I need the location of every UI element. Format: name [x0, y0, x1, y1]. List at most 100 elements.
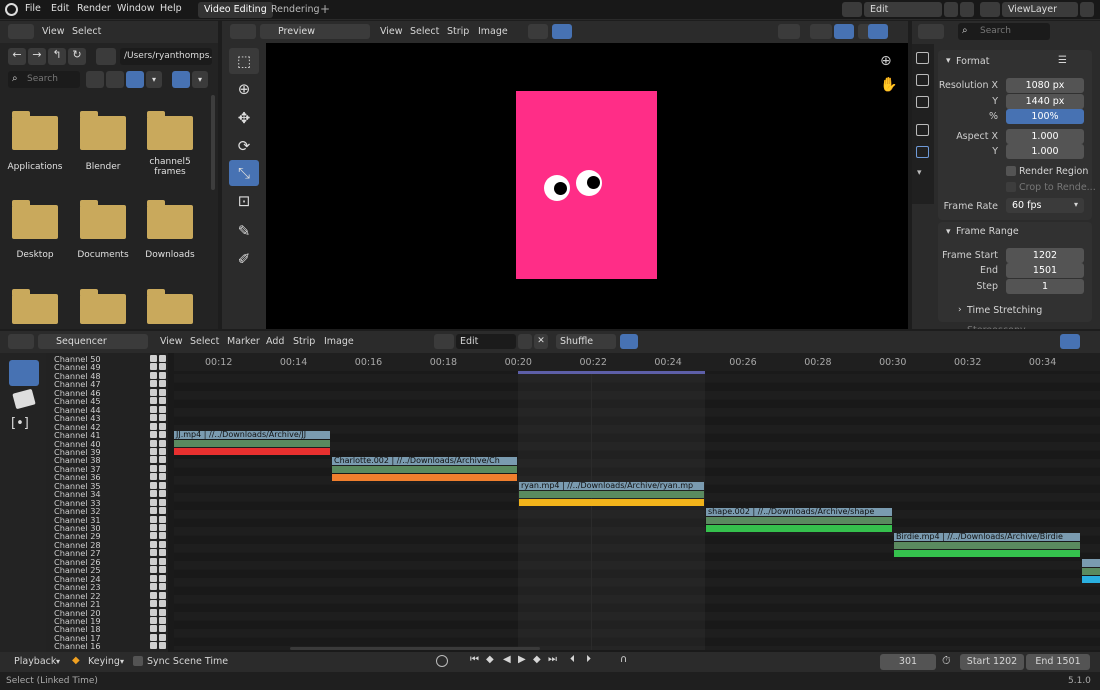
channel-lock-checkbox[interactable]	[159, 633, 166, 641]
resolution-x-field[interactable]: 1080 px	[1006, 78, 1084, 93]
hand-pan-icon[interactable]: ✋	[880, 77, 897, 93]
folder-icon[interactable]	[147, 289, 193, 324]
refresh-icon[interactable]: ↻	[68, 48, 86, 65]
overlays-icon[interactable]	[1060, 334, 1080, 349]
channel-lock-checkbox[interactable]	[159, 380, 166, 388]
tab-video-editing[interactable]: Video Editing	[198, 2, 273, 18]
stereoscopy-panel-title[interactable]: Stereoscopy	[967, 325, 1026, 329]
channel-mute-checkbox[interactable]	[150, 456, 157, 464]
channel-mute-checkbox[interactable]	[150, 608, 157, 616]
channel-mute-checkbox[interactable]	[150, 380, 157, 388]
snap-icon[interactable]	[620, 334, 638, 349]
sample-tool-icon[interactable]: ✎	[229, 218, 259, 244]
channel-lock-checkbox[interactable]	[159, 414, 166, 422]
select-box-tool-icon[interactable]: ⬚	[229, 48, 259, 74]
scene-tab-icon[interactable]	[916, 146, 929, 158]
channel-lock-checkbox[interactable]	[159, 566, 166, 574]
strip-audio[interactable]	[174, 440, 330, 447]
slip-tool-icon[interactable]: [•]	[11, 416, 29, 431]
menu-add[interactable]: Add	[266, 336, 284, 347]
channel-lock-checkbox[interactable]	[159, 371, 166, 379]
channel-lock-checkbox[interactable]	[159, 591, 166, 599]
filter-icon[interactable]	[172, 71, 190, 88]
select-tool-icon[interactable]	[9, 360, 39, 386]
channel-mute-checkbox[interactable]	[150, 405, 157, 413]
channel-lock-checkbox[interactable]	[159, 498, 166, 506]
panel-expand-icon[interactable]: ▾	[946, 227, 951, 237]
channel-mute-checkbox[interactable]	[150, 515, 157, 523]
channel-mute-checkbox[interactable]	[150, 642, 157, 650]
channel-lock-checkbox[interactable]	[159, 515, 166, 523]
chevron-down-icon[interactable]: ▾	[56, 657, 60, 666]
cursor-tool-icon[interactable]: ⊕	[229, 76, 259, 102]
strip-label[interactable]: Charlotte.002 | //../Downloads/Archive/C…	[332, 457, 517, 465]
folder-icon[interactable]	[80, 289, 126, 324]
zoom-icon[interactable]: ⊕	[880, 53, 892, 69]
aspect-y-field[interactable]: 1.000	[1006, 144, 1084, 159]
resolution-percent-field[interactable]: 100%	[1006, 109, 1084, 124]
channel-lock-checkbox[interactable]	[159, 439, 166, 447]
frame-step-field[interactable]: 1	[1006, 279, 1084, 294]
channel-mute-checkbox[interactable]	[150, 439, 157, 447]
desktop-folder-icon[interactable]	[12, 200, 58, 239]
strip-audio[interactable]	[519, 491, 704, 498]
strip-color-bar[interactable]	[174, 448, 330, 455]
output-tab-icon[interactable]	[916, 96, 929, 108]
overlay-icon[interactable]	[810, 24, 832, 39]
path-field[interactable]: /Users/ryanthomps...	[120, 48, 212, 65]
channel-lock-checkbox[interactable]	[159, 642, 166, 650]
menu-select[interactable]: Select	[72, 26, 101, 37]
channel-lock-checkbox[interactable]	[159, 600, 166, 608]
start-frame-field[interactable]: Start 1202	[960, 654, 1024, 670]
gizmo-icon[interactable]	[834, 24, 854, 39]
strip-color-bar[interactable]	[706, 525, 892, 532]
playback-loop-icon[interactable]: ∩	[620, 654, 627, 665]
channel-lock-checkbox[interactable]	[159, 625, 166, 633]
downloads-folder-icon[interactable]	[147, 200, 193, 239]
channel-mute-checkbox[interactable]	[150, 371, 157, 379]
aspect-x-field[interactable]: 1.000	[1006, 129, 1084, 144]
channel-lock-checkbox[interactable]	[159, 608, 166, 616]
folder-label[interactable]: Desktop	[0, 250, 70, 260]
chevron-down-icon[interactable]: ▾	[1074, 200, 1078, 209]
channel-mute-checkbox[interactable]	[150, 532, 157, 540]
channel-lock-checkbox[interactable]	[159, 388, 166, 396]
channel-mute-checkbox[interactable]	[150, 633, 157, 641]
channel-mute-checkbox[interactable]	[150, 490, 157, 498]
channel-lock-checkbox[interactable]	[159, 456, 166, 464]
vertical-list-icon[interactable]	[86, 71, 104, 88]
menu-image[interactable]: Image	[324, 336, 354, 347]
stopwatch-icon[interactable]: ⏱	[942, 654, 951, 668]
channel-mute-checkbox[interactable]	[150, 574, 157, 582]
scale-tool-icon[interactable]: ⤡	[229, 160, 259, 186]
channel-mute-checkbox[interactable]	[150, 616, 157, 624]
channel-mute-checkbox[interactable]	[150, 464, 157, 472]
crop-checkbox[interactable]	[1006, 182, 1016, 192]
channel-lock-checkbox[interactable]	[159, 447, 166, 455]
sequencer-scene-field[interactable]: Edit	[456, 334, 516, 349]
sync-checkbox[interactable]	[133, 656, 143, 666]
channel-mute-checkbox[interactable]	[150, 507, 157, 515]
jump-start-icon[interactable]: ⏮	[470, 654, 479, 665]
channel-lock-checkbox[interactable]	[159, 507, 166, 515]
menu-select[interactable]: Select	[410, 26, 439, 37]
next-keyframe-icon[interactable]: ◆	[533, 654, 541, 665]
channel-lock-checkbox[interactable]	[159, 549, 166, 557]
menu-window[interactable]: Window	[117, 3, 154, 14]
format-panel-title[interactable]: Format	[956, 56, 989, 67]
transform-tool-icon[interactable]: ⊡	[229, 188, 259, 214]
view-layer-tab-icon[interactable]	[916, 124, 929, 136]
frame-start-field[interactable]: 1202	[1006, 248, 1084, 263]
channel-mute-checkbox[interactable]	[150, 397, 157, 405]
channel-mute-checkbox[interactable]	[150, 414, 157, 422]
resolution-y-field[interactable]: 1440 px	[1006, 94, 1084, 109]
channel-mute-checkbox[interactable]	[150, 591, 157, 599]
editor-type-icon[interactable]	[918, 24, 944, 39]
channel-mute-checkbox[interactable]	[150, 549, 157, 557]
documents-folder-icon[interactable]	[80, 200, 126, 239]
frame-range-title[interactable]: Frame Range	[956, 226, 1019, 237]
parent-directory-icon[interactable]: ↰	[48, 48, 66, 65]
channel-lock-checkbox[interactable]	[159, 464, 166, 472]
menu-render[interactable]: Render	[77, 3, 111, 14]
frame-end-field[interactable]: 1501	[1006, 263, 1084, 278]
